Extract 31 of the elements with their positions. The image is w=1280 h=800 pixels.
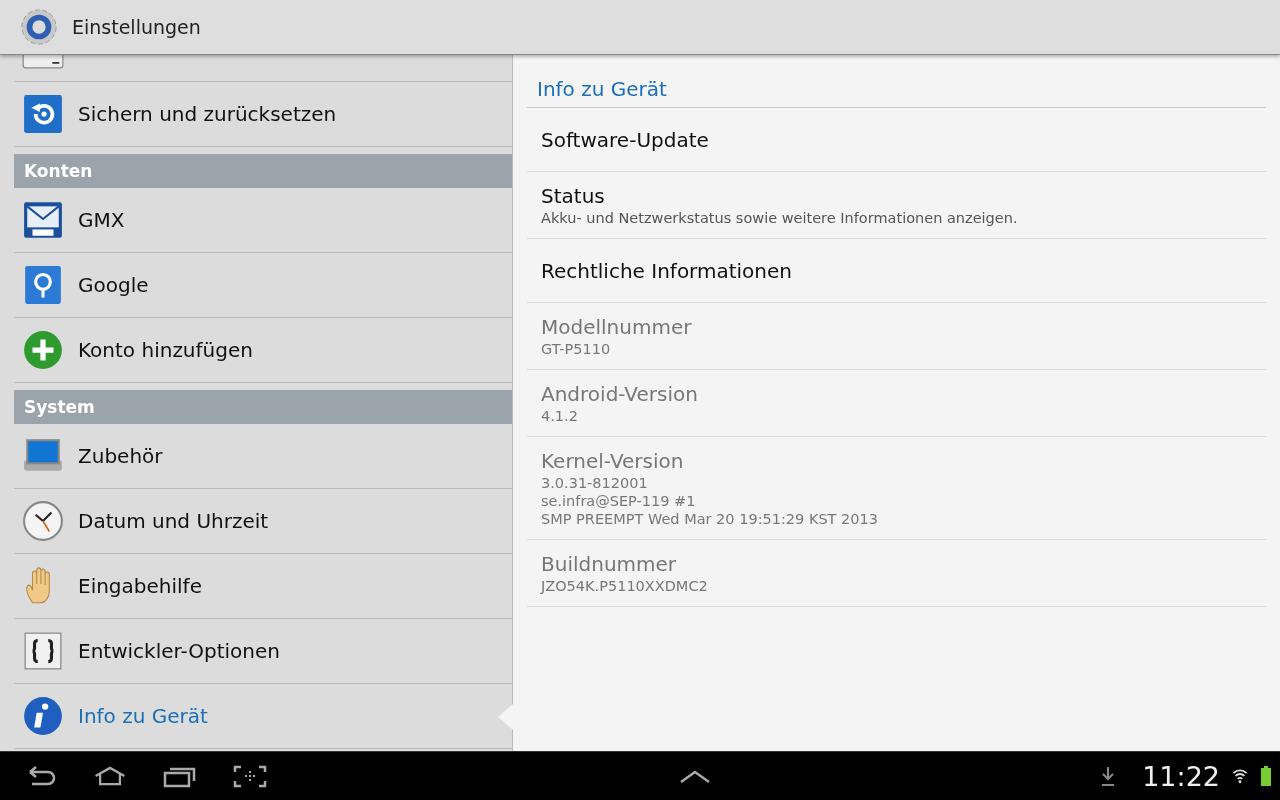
braces-icon [22,630,64,672]
page-title: Info zu Gerät [527,55,1266,108]
settings-item[interactable]: Entwickler-Optionen [14,619,512,684]
preference-item[interactable]: Status Akku- und Netzwerkstatus sowie weitere Informationen anzeigen. [527,172,1266,239]
preference-item: Modellnummer GT-P5110 [527,303,1266,370]
settings-item[interactable]: Google [14,253,512,318]
preference-item[interactable]: Rechtliche Informationen [527,239,1266,303]
settings-item[interactable]: Sichern und zurücksetzen [14,82,512,147]
home-icon[interactable] [92,764,128,788]
screenshot-icon[interactable] [232,764,268,788]
preference-item[interactable]: Software-Update [527,108,1266,172]
battery-icon [1260,764,1272,788]
preference-item: Kernel-Version 3.0.31-812001 se.infra@SEP-119 #1 SMP PREEMPT Wed Mar 20 19:51:29 KST 2013 [527,437,1266,540]
clock-icon [22,500,64,542]
restore-icon [22,93,64,135]
settings-item[interactable]: Konto hinzufügen [14,318,512,383]
settings-item[interactable]: Datum und Uhrzeit [14,489,512,554]
settings-item[interactable]: Zubehör [14,424,512,489]
download-icon [1100,764,1117,788]
section-header: System [14,390,512,424]
section-header: Konten [14,154,512,188]
gear-icon [20,8,58,46]
preference-item: Android-Version 4.1.2 [527,370,1266,437]
settings-item[interactable]: GMX [14,188,512,253]
app-title: Einstellungen [72,16,201,38]
plus-icon [22,329,64,371]
settings-item[interactable]: Eingabehilfe [14,554,512,619]
info-icon [22,695,64,737]
preference-item: Buildnummer JZO54K.P5110XXDMC2 [527,540,1266,607]
envelope-icon [22,199,64,241]
clock: 11:22 [1142,760,1220,792]
